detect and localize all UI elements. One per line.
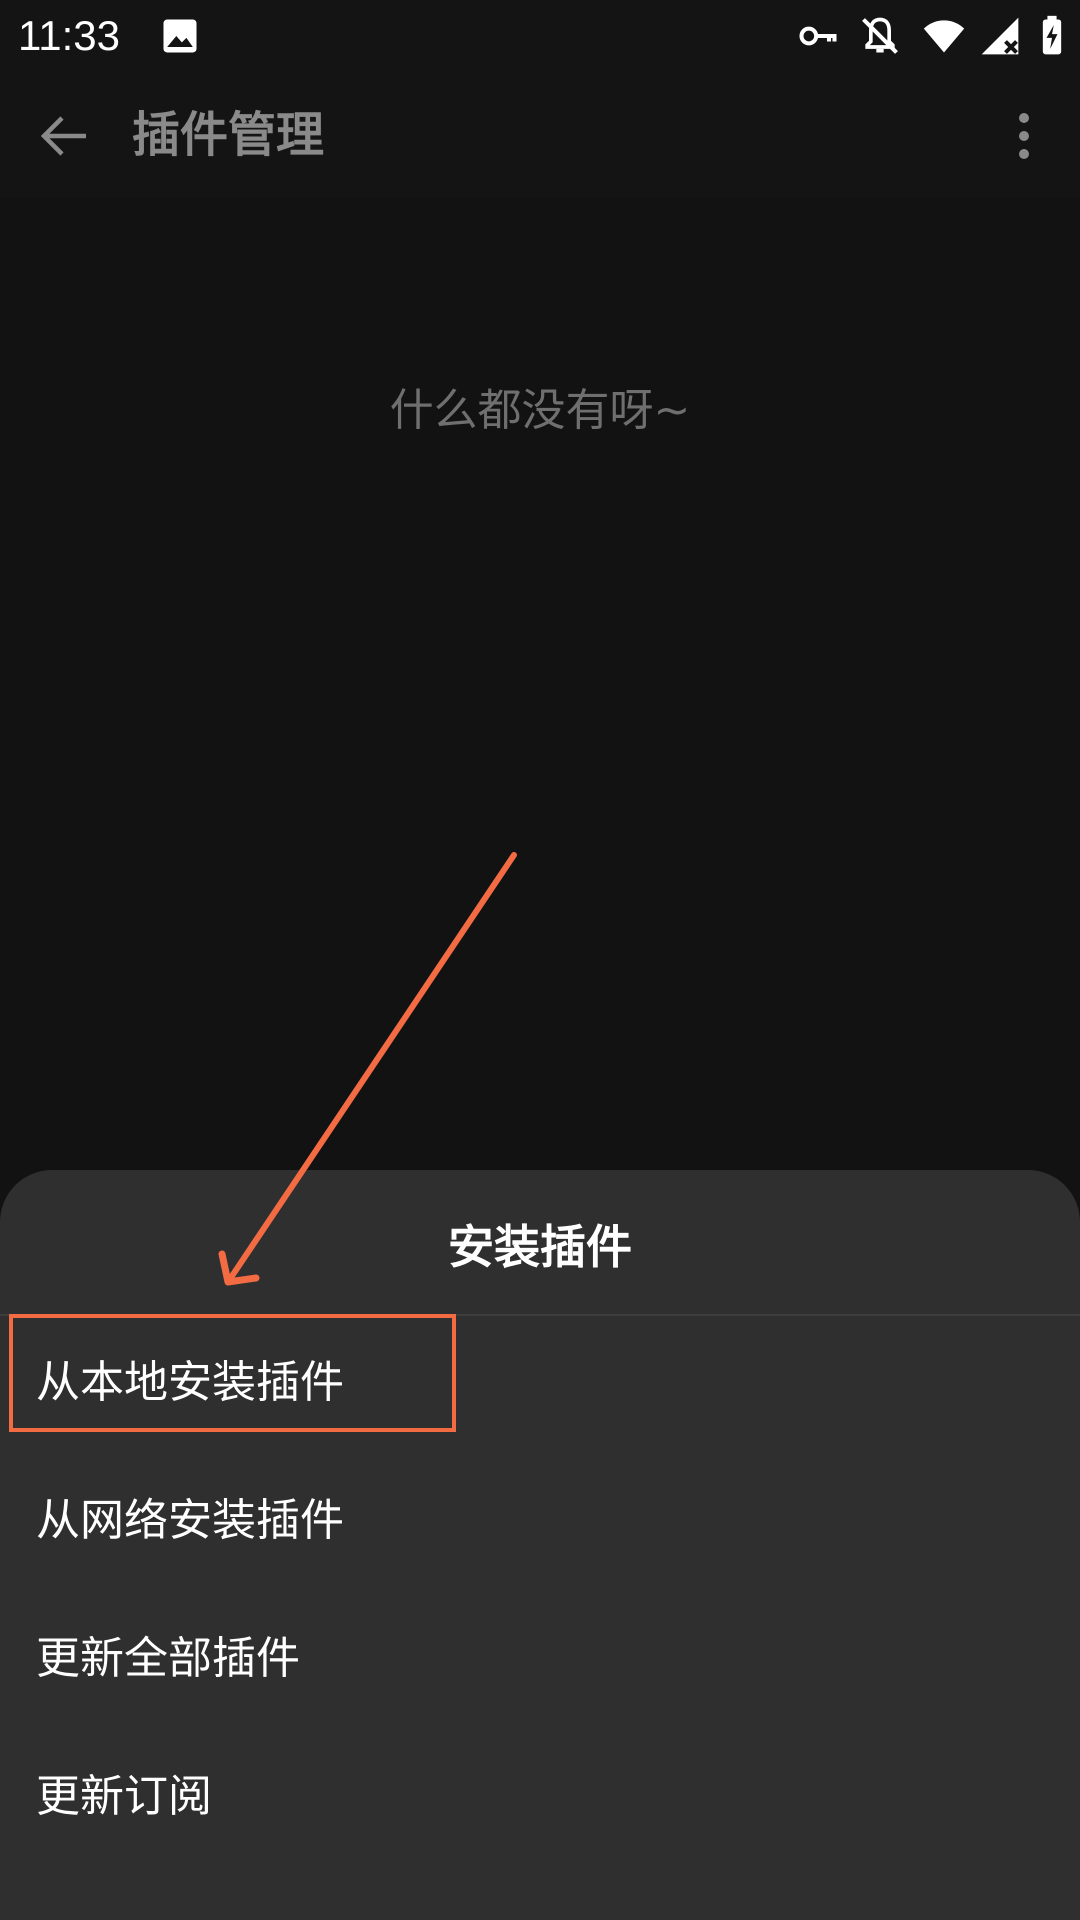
wifi-icon [922,14,966,58]
back-button[interactable] [22,94,106,178]
battery-charging-icon [1030,14,1074,58]
sheet-item-label: 更新订阅 [36,1771,212,1822]
sheet-title: 安装插件 [448,1220,632,1274]
page-title: 插件管理 [132,107,325,163]
app-bar: 插件管理 [0,72,1080,198]
image-icon [158,14,202,58]
more-vert-icon [1019,113,1029,159]
annotation-highlight-box [9,1314,456,1432]
install-from-network-button[interactable]: 从网络安装插件 [0,1454,1080,1592]
plugin-list: 什么都没有呀~ [0,198,1080,1168]
status-time: 11:33 [18,12,120,59]
status-bar: 11:33 [0,0,1080,72]
empty-state-text: 什么都没有呀~ [389,385,691,436]
signal-icon [978,14,1022,58]
sheet-item-label: 从网络安装插件 [36,1495,344,1546]
update-all-plugins-button[interactable]: 更新全部插件 [0,1592,1080,1730]
notifications-off-icon [858,14,902,58]
overflow-menu-button[interactable] [988,94,1060,178]
sheet-item-label: 更新全部插件 [36,1633,300,1684]
screen: 11:33 插件管理 什么都没有呀~ 安装插件 从本地安装插件 从网络安装插件 … [0,0,1080,1920]
update-subscriptions-button[interactable]: 更新订阅 [0,1730,1080,1868]
vpn-key-icon [796,14,840,58]
arrow-back-icon [40,116,86,156]
install-plugin-sheet: 安装插件 从本地安装插件 从网络安装插件 更新全部插件 更新订阅 [0,1170,1080,1920]
